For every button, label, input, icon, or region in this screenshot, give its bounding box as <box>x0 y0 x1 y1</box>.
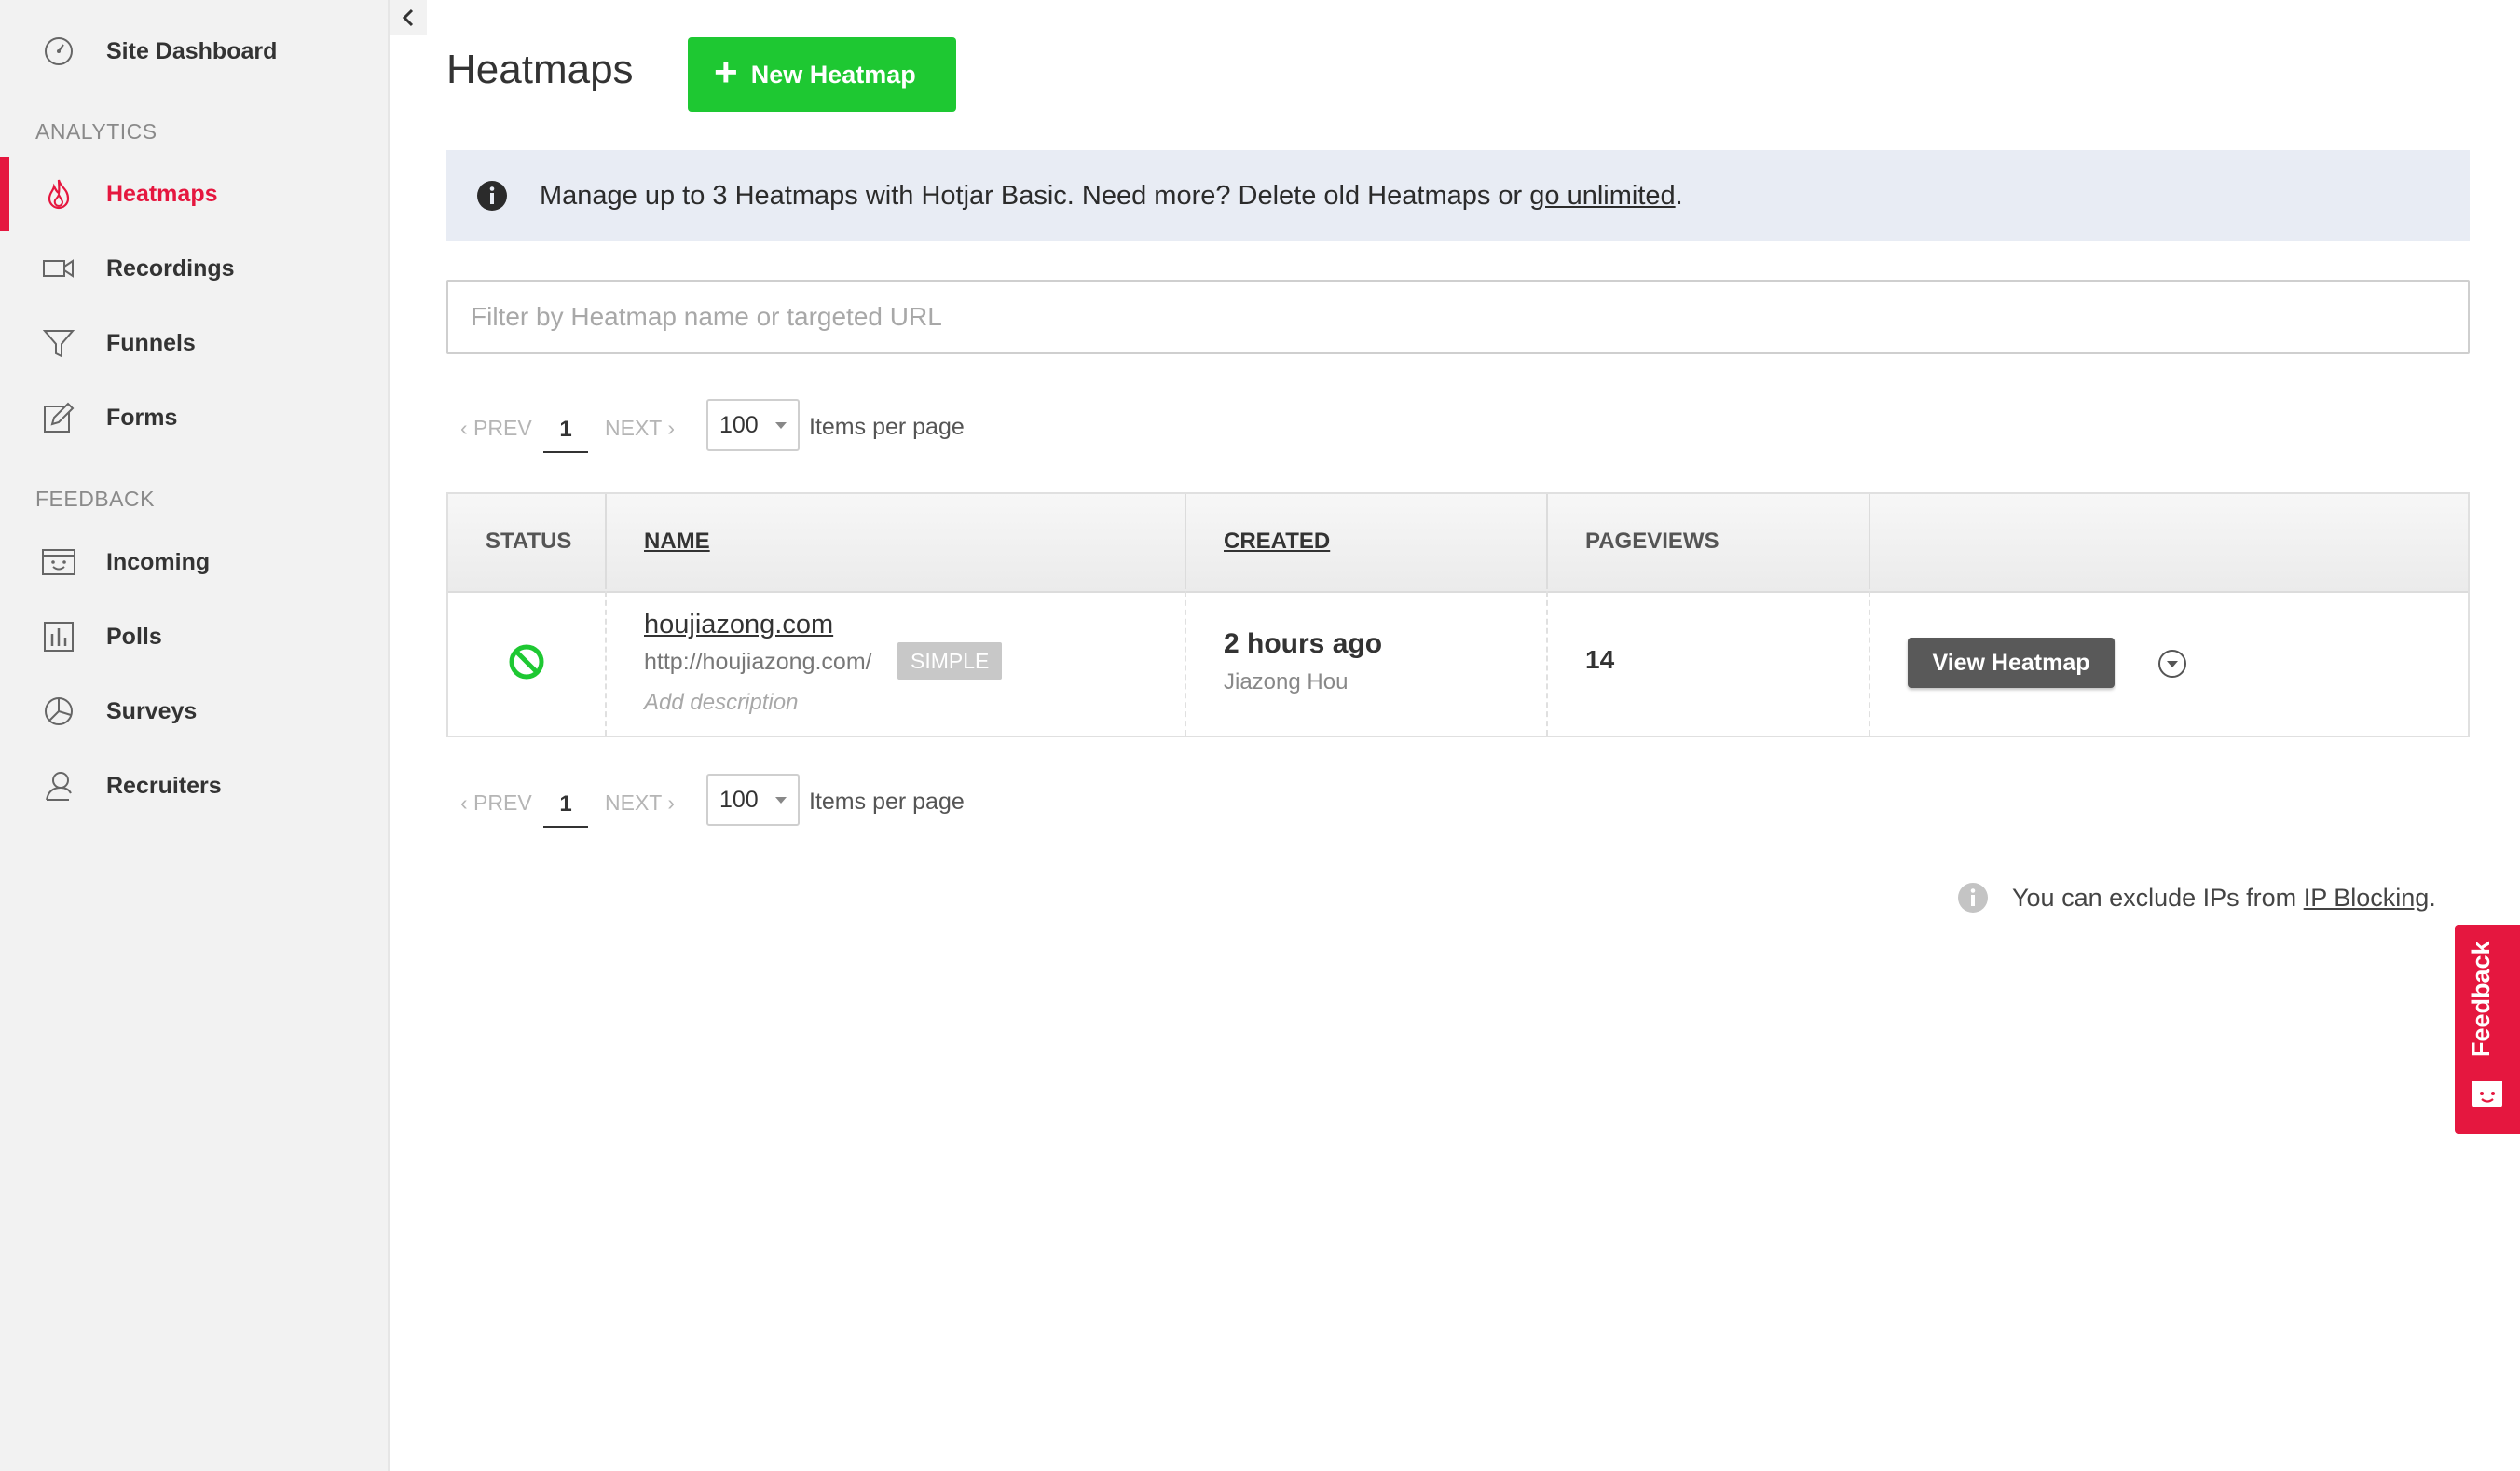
page-title: Heatmaps <box>446 47 634 92</box>
next-page-link[interactable]: NEXT › <box>605 416 675 441</box>
pageviews-cell: 14 <box>1548 591 1870 736</box>
video-camera-icon <box>41 251 76 286</box>
banner-text: Manage up to 3 Heatmaps with Hotjar Basi… <box>540 181 1683 212</box>
add-description-field[interactable]: Add description <box>644 690 798 716</box>
column-created[interactable]: CREATED <box>1186 494 1548 589</box>
sidebar-item-recruiters[interactable]: Recruiters <box>0 758 390 814</box>
inbox-face-icon <box>41 544 76 580</box>
info-icon <box>476 180 508 212</box>
sidebar-item-forms[interactable]: Forms <box>0 390 390 446</box>
sidebar-item-site-dashboard[interactable]: Site Dashboard <box>0 23 390 79</box>
sidebar-item-surveys[interactable]: Surveys <box>0 683 390 739</box>
caret-down-icon <box>775 422 787 429</box>
pageviews-count: 14 <box>1585 645 1615 674</box>
sidebar-item-polls[interactable]: Polls <box>0 609 390 665</box>
info-icon <box>1957 882 1989 914</box>
current-page[interactable]: 1 <box>543 403 588 453</box>
column-name[interactable]: NAME <box>607 494 1186 589</box>
pie-chart-icon <box>41 694 76 729</box>
ip-blocking-note: You can exclude IPs from IP Blocking. <box>1957 880 2479 917</box>
form-edit-icon <box>41 400 76 435</box>
pagination-top: ‹ PREV 1 NEXT › 100 Items per page <box>446 399 1285 459</box>
plan-info-banner: Manage up to 3 Heatmaps with Hotjar Basi… <box>446 150 2470 241</box>
feedback-tab[interactable]: Feedback <box>2455 925 2520 1134</box>
next-page-link[interactable]: NEXT › <box>605 790 675 816</box>
sidebar-item-label: Recruiters <box>106 772 222 799</box>
sidebar-item-label: Site Dashboard <box>106 37 278 64</box>
plus-icon: + <box>714 49 738 95</box>
bar-chart-icon <box>41 619 76 654</box>
ip-blocking-link[interactable]: IP Blocking <box>2304 884 2430 912</box>
column-status: STATUS <box>448 494 607 589</box>
funnel-icon <box>41 325 76 361</box>
actions-cell: View Heatmap <box>1870 591 2468 736</box>
items-per-page-value: 100 <box>719 412 759 438</box>
chevron-down-circle-icon[interactable] <box>2157 649 2187 679</box>
prev-page-link[interactable]: ‹ PREV <box>460 416 532 441</box>
sidebar-item-label: Heatmaps <box>106 180 218 207</box>
flame-icon <box>41 176 76 212</box>
column-pageviews-label: PAGEVIEWS <box>1585 529 1719 554</box>
column-created-label[interactable]: CREATED <box>1224 529 1330 555</box>
pagination-bottom: ‹ PREV 1 NEXT › 100 Items per page <box>446 774 1285 833</box>
status-cell <box>448 591 607 736</box>
created-cell: 2 hours ago Jiazong Hou <box>1186 591 1548 736</box>
sidebar-item-label: Polls <box>106 623 162 650</box>
prev-page-link[interactable]: ‹ PREV <box>460 790 532 816</box>
sidebar-item-incoming[interactable]: Incoming <box>0 534 390 590</box>
sidebar-item-heatmaps[interactable]: Heatmaps <box>0 157 390 231</box>
collapse-sidebar-button[interactable] <box>390 0 427 35</box>
sidebar-item-label: Recordings <box>106 254 235 282</box>
sidebar-item-label: Forms <box>106 404 178 431</box>
go-unlimited-link[interactable]: go unlimited <box>1529 181 1675 211</box>
items-per-page-select[interactable]: 100 <box>706 399 800 451</box>
view-heatmap-button[interactable]: View Heatmap <box>1908 638 2115 688</box>
sidebar-item-funnels[interactable]: Funnels <box>0 315 390 371</box>
banner-suffix: . <box>1675 180 1683 211</box>
feedback-face-icon <box>2471 1079 2504 1109</box>
name-cell: houjiazong.com http://houjiazong.com/ SI… <box>607 591 1186 736</box>
sidebar-item-label: Incoming <box>106 548 211 575</box>
sidebar-item-recordings[interactable]: Recordings <box>0 241 390 296</box>
items-per-page-select[interactable]: 100 <box>706 774 800 826</box>
table-header: STATUS NAME CREATED PAGEVIEWS <box>448 494 2468 593</box>
sidebar-item-label: Funnels <box>106 329 196 356</box>
column-name-label[interactable]: NAME <box>644 529 710 555</box>
new-heatmap-button[interactable]: + New Heatmap <box>688 37 956 112</box>
user-icon <box>41 768 76 804</box>
heatmap-name-link[interactable]: houjiazong.com <box>644 610 833 640</box>
created-by: Jiazong Hou <box>1224 669 1349 694</box>
items-per-page-label: Items per page <box>809 414 965 440</box>
chevron-left-icon <box>402 8 414 27</box>
new-heatmap-label: New Heatmap <box>750 60 916 89</box>
status-disabled-icon <box>508 643 545 685</box>
gauge-icon <box>41 34 76 69</box>
sidebar-item-label: Surveys <box>106 697 198 724</box>
section-label-feedback: FEEDBACK <box>35 487 155 511</box>
column-pageviews: PAGEVIEWS <box>1548 494 1870 589</box>
created-time: 2 hours ago <box>1224 628 1383 659</box>
caret-down-icon <box>775 797 787 804</box>
feedback-tab-label: Feedback <box>2467 941 2495 1057</box>
items-per-page-label: Items per page <box>809 789 965 815</box>
column-status-label: STATUS <box>486 529 572 554</box>
section-label-analytics: ANALYTICS <box>35 119 158 144</box>
items-per-page-value: 100 <box>719 787 759 813</box>
heatmap-filter-input[interactable] <box>446 280 2470 354</box>
heatmap-type-badge: SIMPLE <box>897 642 1003 680</box>
ip-note-suffix: . <box>2429 884 2436 912</box>
column-actions <box>1870 494 2468 589</box>
ip-note-text: You can exclude IPs from IP Blocking. <box>2012 884 2436 913</box>
current-page[interactable]: 1 <box>543 777 588 828</box>
banner-message: Manage up to 3 Heatmaps with Hotjar Basi… <box>540 180 1530 211</box>
heatmaps-table: STATUS NAME CREATED PAGEVIEWS houjiazong… <box>446 492 2470 737</box>
ip-note-message: You can exclude IPs from <box>2012 884 2304 912</box>
heatmap-url: http://houjiazong.com/ <box>644 649 872 675</box>
